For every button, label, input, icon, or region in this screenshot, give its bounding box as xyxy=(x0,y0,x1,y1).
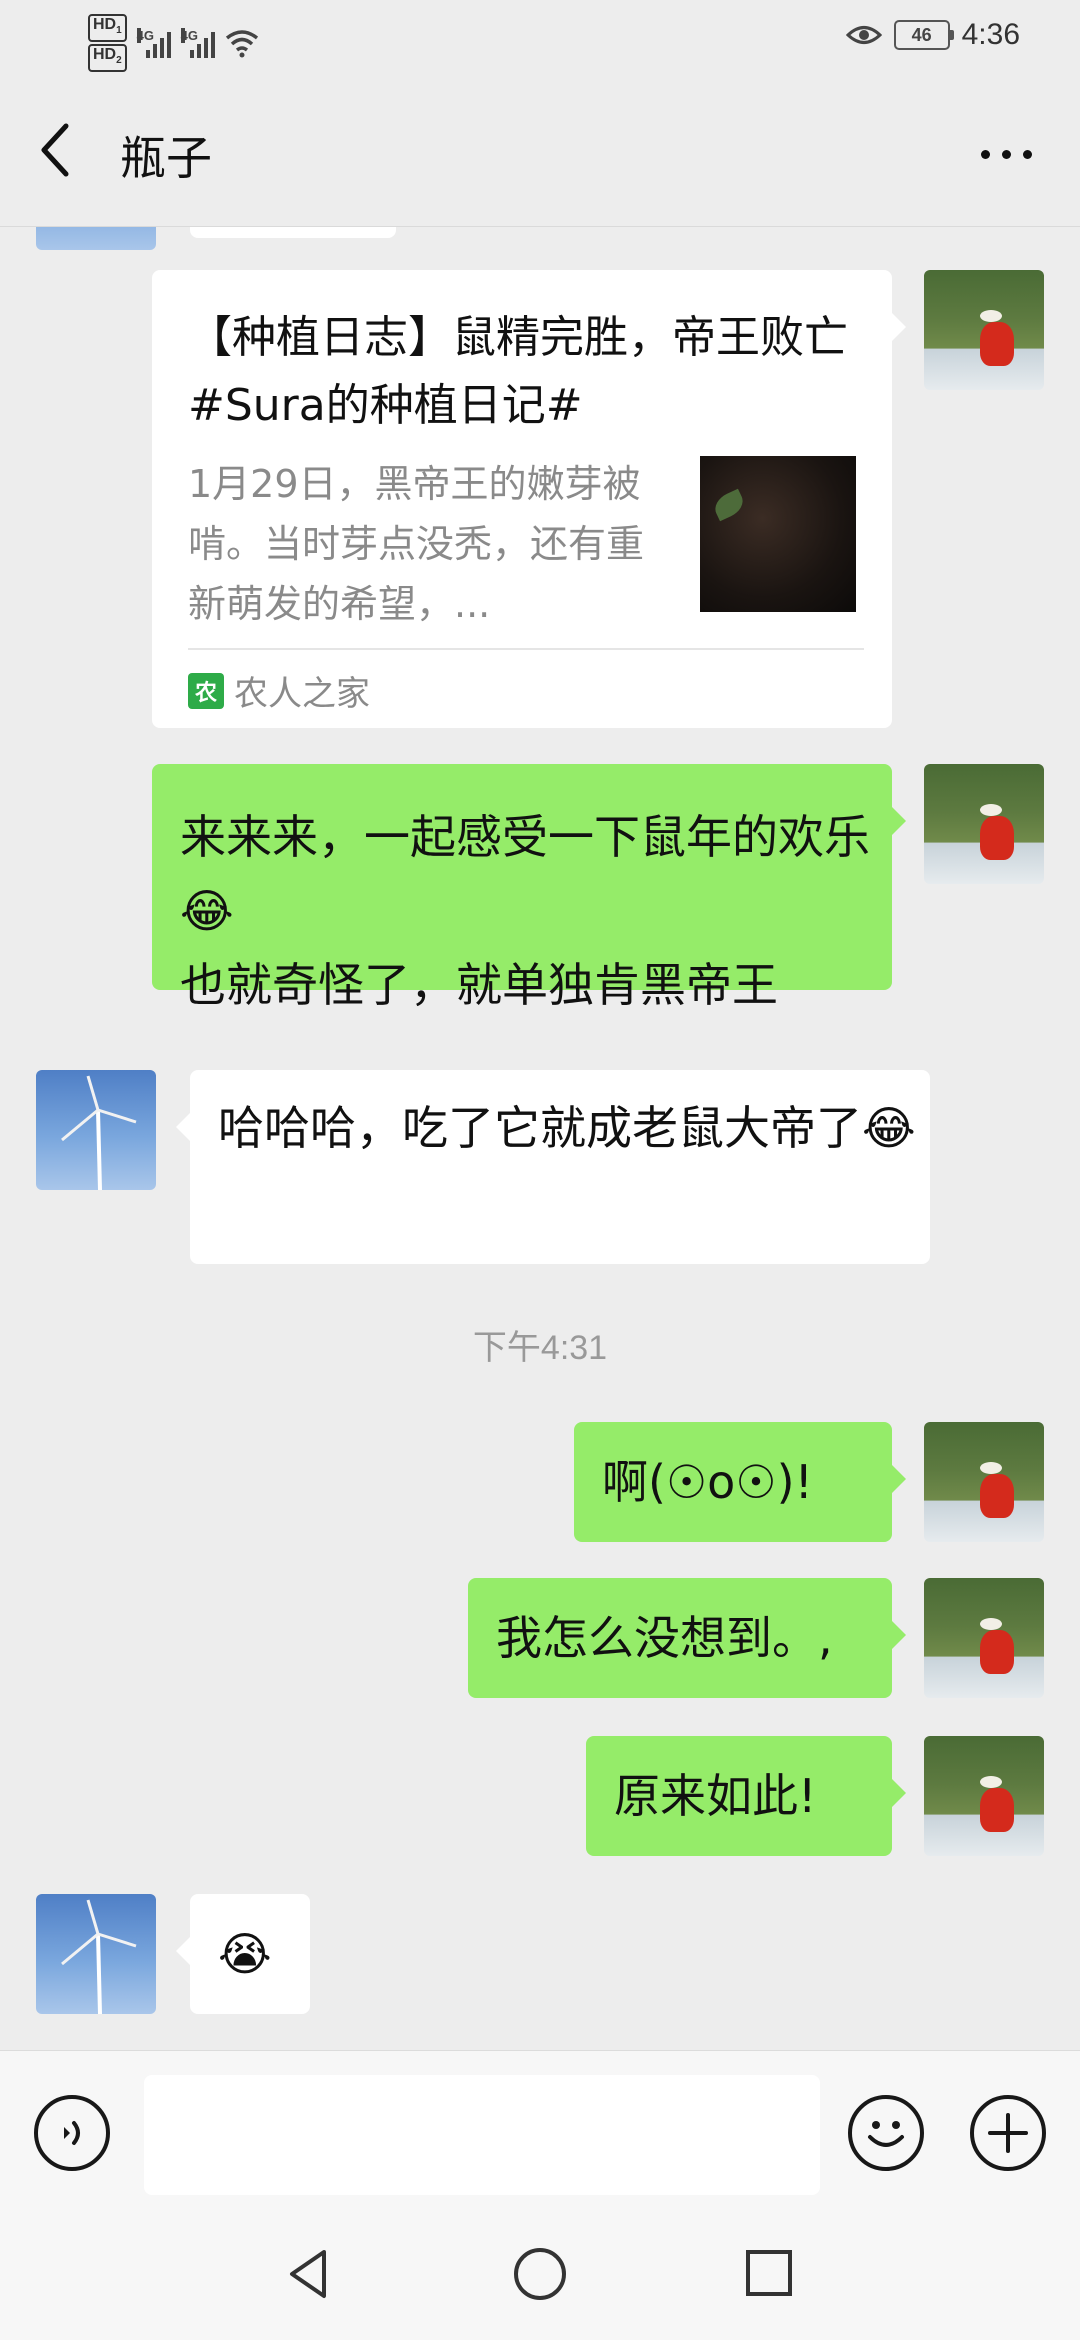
message-text: 来来来，一起感受一下鼠年的欢乐😂 也就奇怪了，就单独肯黑帝王 xyxy=(180,810,870,1012)
my-avatar[interactable] xyxy=(924,1736,1044,1856)
message-text: 哈哈哈，吃了它就成老鼠大帝了😂 xyxy=(218,1101,916,1155)
my-avatar[interactable] xyxy=(924,1422,1044,1542)
signal-icon-2: 4G xyxy=(180,28,215,59)
voice-icon xyxy=(64,2121,80,2145)
back-button[interactable] xyxy=(36,120,96,190)
status-left: HD1 HD2 4G 4G xyxy=(88,14,259,73)
thumbnail-leaf xyxy=(710,488,748,522)
avatar-figure xyxy=(980,1630,1014,1674)
wind-turbine-image xyxy=(61,1899,137,2014)
battery-icon: 46 xyxy=(893,20,954,50)
avatar-hat xyxy=(980,1618,1002,1630)
message-text: 我怎么没想到。, xyxy=(496,1611,833,1665)
message-input[interactable] xyxy=(144,2075,820,2195)
network1-label: 4G xyxy=(136,28,155,44)
more-dot xyxy=(981,150,990,159)
message-list[interactable]: 【种植日志】鼠精完胜，帝王败亡 #Sura的种植日记# 1月29日，黑帝王的嫩芽… xyxy=(0,226,1080,2050)
my-avatar[interactable] xyxy=(924,1578,1044,1698)
more-button[interactable] xyxy=(981,150,1032,159)
status-bar: HD1 HD2 4G 4G 46 4:36 xyxy=(0,0,1080,80)
network2-label: 4G xyxy=(180,28,199,44)
nav-back-button[interactable] xyxy=(280,2244,340,2304)
chevron-left-icon xyxy=(41,123,69,177)
contact-avatar[interactable] xyxy=(36,1070,156,1190)
sent-message-bubble[interactable]: 原来如此! xyxy=(586,1736,906,1856)
card-thumbnail xyxy=(700,456,856,612)
my-avatar[interactable] xyxy=(924,764,1044,884)
sim1-hd-badge: HD1 xyxy=(88,14,127,43)
shared-link-card[interactable]: 【种植日志】鼠精完胜，帝王败亡 #Sura的种植日记# 1月29日，黑帝王的嫩芽… xyxy=(152,270,906,728)
message-text: 啊(☉o☉)! xyxy=(602,1455,813,1509)
plus-icon xyxy=(988,2113,1028,2153)
contact-avatar[interactable] xyxy=(36,226,156,250)
emoji-button[interactable] xyxy=(848,2095,924,2171)
my-avatar[interactable] xyxy=(924,270,1044,390)
sim2-hd-badge: HD2 xyxy=(88,44,127,73)
input-bar xyxy=(0,2050,1080,2211)
chat-header: 瓶子 xyxy=(0,80,1080,227)
time-divider: 下午4:31 xyxy=(472,1329,608,1367)
avatar-figure xyxy=(980,322,1014,366)
card-source: 农 农人之家 xyxy=(188,666,370,715)
signal-icon: 4G xyxy=(136,28,171,59)
avatar-figure xyxy=(980,1474,1014,1518)
avatar-hat xyxy=(980,310,1002,322)
plus-button[interactable] xyxy=(970,2095,1046,2171)
card-source-label: 农人之家 xyxy=(234,674,370,714)
nav-recents-button[interactable] xyxy=(738,2244,798,2304)
emoji-icon xyxy=(868,2121,904,2147)
nav-home-button[interactable] xyxy=(510,2244,570,2304)
app-logo-icon: 农 xyxy=(188,672,224,709)
status-right: 46 4:36 xyxy=(845,18,1020,52)
received-message-bubble[interactable]: 哈哈哈，吃了它就成老鼠大帝了😂 xyxy=(176,1070,930,1264)
message-emoji: 😭 xyxy=(218,1927,272,1981)
sent-message-bubble[interactable]: 我怎么没想到。, xyxy=(468,1578,906,1698)
wifi-icon xyxy=(225,30,258,58)
recents-square-icon xyxy=(746,2250,792,2296)
card-divider xyxy=(188,648,864,650)
eye-icon xyxy=(845,26,882,44)
contact-avatar[interactable] xyxy=(36,1894,156,2014)
clock: 4:36 xyxy=(961,18,1020,51)
chat-title: 瓶子 xyxy=(120,131,212,185)
avatar-figure xyxy=(980,1788,1014,1832)
wind-turbine-image xyxy=(61,1075,137,1190)
more-dot xyxy=(1002,150,1011,159)
voice-button[interactable] xyxy=(34,2095,110,2171)
sent-message-bubble[interactable]: 啊(☉o☉)! xyxy=(574,1422,906,1542)
message-text: 原来如此! xyxy=(614,1769,817,1823)
avatar-hat xyxy=(980,1776,1002,1788)
battery-level: 46 xyxy=(911,24,932,45)
card-title: 【种植日志】鼠精完胜，帝王败亡 #Sura的种植日记# xyxy=(188,312,848,431)
more-dot xyxy=(1023,150,1032,159)
message-bubble-partial[interactable] xyxy=(190,226,396,238)
received-message-bubble[interactable]: 😭 xyxy=(176,1894,310,2014)
avatar-figure xyxy=(980,816,1014,860)
home-circle-icon xyxy=(514,2248,566,2300)
card-description: 1月29日，黑帝王的嫩芽被啃。当时芽点没秃，还有重新萌发的希望，... xyxy=(188,462,645,626)
avatar-hat xyxy=(980,804,1002,816)
sent-message-bubble[interactable]: 来来来，一起感受一下鼠年的欢乐😂 也就奇怪了，就单独肯黑帝王 xyxy=(152,764,906,1012)
avatar-hat xyxy=(980,1462,1002,1474)
system-nav-bar xyxy=(0,2210,1080,2340)
sim-labels: HD1 HD2 xyxy=(88,14,127,73)
back-triangle-icon xyxy=(290,2250,326,2298)
